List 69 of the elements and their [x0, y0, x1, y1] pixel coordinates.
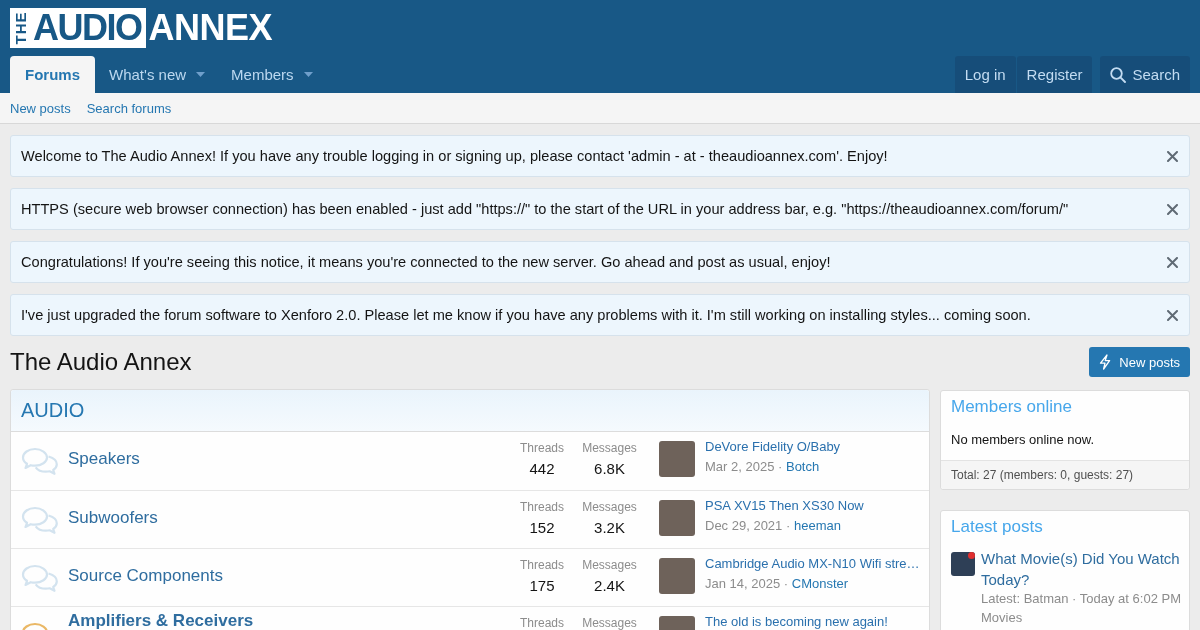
close-button[interactable] [1167, 150, 1178, 162]
forum-title[interactable]: Speakers [68, 448, 140, 470]
forum-link[interactable]: Movies [981, 609, 1023, 627]
stat-value: 6.8K [593, 459, 626, 479]
account-button[interactable]: Log in [954, 56, 1016, 93]
post-date: Jan 14, 2025 [705, 576, 781, 591]
close-icon [1167, 256, 1178, 268]
category-header[interactable]: AUDIO [11, 390, 929, 432]
stat-label: Messages [581, 441, 638, 456]
subnav-link[interactable]: Search forums [86, 100, 172, 116]
panel-title[interactable]: Members online [941, 391, 1189, 418]
forum-title[interactable]: Source Components [68, 565, 223, 587]
close-icon [1167, 309, 1178, 321]
post-date: Mar 2, 2025 [705, 459, 775, 474]
stat-value: 175 [528, 576, 556, 596]
panel-title[interactable]: Latest posts [941, 511, 1189, 538]
notice-text: Congratulations! If you're seeing this notice, it means you're connected to the new server. Go ahead and post as usual, enjoy! [21, 253, 831, 272]
search-icon [1110, 66, 1127, 83]
separator-dot: · [778, 459, 783, 474]
forum-title[interactable]: Amplifiers & Receivers [68, 612, 254, 629]
forum-title[interactable]: Subwoofers [68, 507, 158, 529]
thread-link[interactable]: PSA XV15 Then XS30 Now [705, 498, 864, 514]
nav-tab[interactable]: Members [217, 56, 325, 93]
stat-value: 152 [528, 518, 556, 538]
page-title: The Audio Annex [10, 347, 192, 377]
stat-value: 3.2K [593, 518, 626, 538]
close-button[interactable] [1167, 309, 1178, 321]
stat-label: Threads [519, 500, 565, 515]
new-posts-button[interactable]: New posts [1089, 347, 1190, 377]
thread-link[interactable]: Cambridge Audio MX-N10 Wifi stre… [705, 556, 919, 572]
notice-text: Welcome to The Audio Annex! If you have any trouble logging in or signing up, please contact 'admin - at - theaudioannex.com'. Enjoy! [21, 147, 888, 166]
stat-label: Messages [581, 558, 638, 573]
notice-text: HTTPS (secure web browser connection) has been enabled - just add "https://" to the start of the URL in your address bar, e.g. "https://theaudioannex.com/forum/" [21, 200, 1069, 219]
separator-dot: · [1072, 591, 1077, 606]
thread-link[interactable]: What Movie(s) Did You Watch Today? [981, 548, 1185, 590]
close-icon [1167, 150, 1178, 162]
avatar-placeholder[interactable] [951, 552, 975, 576]
post-time-link[interactable]: Today at 6:02 PM [1079, 591, 1181, 606]
search-button[interactable]: Search [1100, 56, 1190, 93]
separator-dot: · [785, 518, 791, 533]
latest-poster: Latest: Batman [981, 591, 1069, 606]
close-button[interactable] [1167, 203, 1178, 215]
online-status-text: No members online now. [950, 431, 1096, 449]
username-link[interactable]: heeman [793, 518, 841, 533]
stat-label: Threads [519, 558, 565, 573]
logo-text[interactable]: AUDIO [32, 8, 146, 48]
username-link[interactable]: CMonster [791, 576, 849, 591]
stat-label: Messages [581, 616, 638, 630]
thread-link[interactable]: DeVore Fidelity O/Baby [705, 439, 841, 455]
stat-label: Messages [581, 500, 638, 515]
account-button[interactable]: Register [1016, 56, 1093, 93]
subnav-link[interactable]: New posts [10, 100, 71, 116]
nav-tab[interactable]: What's new [95, 56, 218, 93]
close-icon [1167, 203, 1178, 215]
online-total: Total: 27 (members: 0, guests: 27) [941, 460, 1189, 489]
logo-text[interactable]: THE [10, 8, 32, 48]
post-date: Dec 29, 2021 [705, 518, 783, 533]
stat-label: Threads [519, 441, 565, 456]
logo-text[interactable]: ANNEX [145, 8, 273, 48]
nav-tab[interactable]: Forums [10, 56, 95, 93]
lightning-icon [1099, 354, 1112, 370]
stat-label: Threads [519, 616, 565, 630]
notice-text: I've just upgraded the forum software to Xenforo 2.0. Please let me know if you have any problems with it. I'm still working on installing styles... coming soon. [21, 306, 1031, 325]
stat-value: 442 [528, 459, 556, 479]
close-button[interactable] [1167, 256, 1178, 268]
stat-value: 2.4K [593, 576, 626, 596]
username-link[interactable]: Botch [785, 459, 820, 474]
separator-dot: · [783, 576, 789, 591]
thread-link[interactable]: The old is becoming new again! [705, 614, 888, 630]
